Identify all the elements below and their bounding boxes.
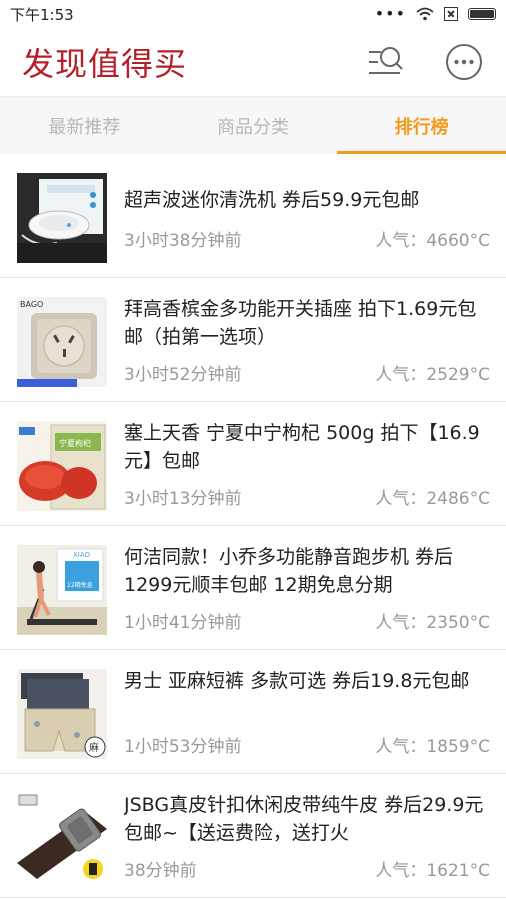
- list-item[interactable]: XIAO 12期免息 何洁同款！小乔多功能静音跑步机 券后1299元顺丰包邮 1…: [0, 526, 506, 650]
- more-options-icon: [446, 44, 482, 80]
- list-item[interactable]: 麻 男士 亚麻短裤 多款可选 券后19.8元包邮 1小时53分钟前 人气：185…: [0, 650, 506, 774]
- search-menu-button[interactable]: [366, 42, 406, 82]
- product-thumbnail: [17, 173, 107, 263]
- product-thumbnail: XIAO 12期免息: [17, 545, 107, 635]
- app-title: 发现值得买: [22, 45, 188, 83]
- item-time: 3小时38分钟前: [124, 231, 242, 251]
- list-item[interactable]: 宁夏枸杞 塞上天香 宁夏中宁枸杞 500g 拍下【16.9元】包邮 3小时13分…: [0, 402, 506, 526]
- item-time: 1小时41分钟前: [124, 613, 242, 633]
- thumb-badge-text: 麻: [89, 741, 99, 754]
- thumb-badge-text: 12期免息: [67, 581, 93, 589]
- status-bar: 下午1:53 •••: [0, 0, 506, 28]
- tab-bar: 最新推荐 商品分类 排行榜: [0, 96, 506, 154]
- battery-icon: [468, 8, 496, 20]
- product-thumbnail: 麻: [17, 669, 107, 759]
- item-popularity: 人气：2486°C: [375, 489, 490, 509]
- item-popularity: 人气：4660°C: [375, 231, 490, 251]
- app-header: 发现值得买: [0, 28, 506, 96]
- more-options-button[interactable]: [444, 42, 484, 82]
- product-thumbnail: [17, 793, 107, 883]
- item-time: 38分钟前: [124, 861, 197, 881]
- wifi-icon: [416, 7, 434, 21]
- tab-categories[interactable]: 商品分类: [169, 97, 338, 154]
- list-item[interactable]: 超声波迷你清洗机 券后59.9元包邮 3小时38分钟前 人气：4660°C: [0, 154, 506, 278]
- thumb-brand-text: XIAO: [73, 551, 91, 559]
- product-list: 超声波迷你清洗机 券后59.9元包邮 3小时38分钟前 人气：4660°C BA…: [0, 154, 506, 898]
- tab-ranking[interactable]: 排行榜: [337, 97, 506, 154]
- item-title: 超声波迷你清洗机 券后59.9元包邮: [124, 189, 420, 211]
- search-list-icon: [369, 47, 403, 74]
- tab-latest[interactable]: 最新推荐: [0, 97, 169, 154]
- item-popularity: 人气：2350°C: [375, 613, 490, 633]
- item-popularity: 人气：2529°C: [375, 365, 490, 385]
- item-popularity: 人气：1621°C: [375, 861, 490, 881]
- thumb-label-text: 宁夏枸杞: [59, 438, 91, 448]
- item-title: 塞上天香 宁夏中宁枸杞 500g 拍下【16.9元】包邮: [124, 422, 480, 472]
- list-item[interactable]: JSBG真皮针扣休闲皮带纯牛皮 券后29.9元包邮~【送运费险，送打火 38分钟…: [0, 774, 506, 898]
- item-time: 1小时53分钟前: [124, 737, 242, 757]
- thumb-brand-text: BAGO: [20, 300, 43, 309]
- item-popularity: 人气：1859°C: [375, 737, 490, 757]
- product-thumbnail: BAGO: [17, 297, 107, 387]
- more-notifications-icon: •••: [374, 4, 406, 23]
- status-icons: •••: [375, 6, 496, 22]
- item-title: 何洁同款！小乔多功能静音跑步机 券后1299元顺丰包邮 12期免息分期: [124, 546, 454, 596]
- list-item[interactable]: BAGO 拜高香槟金多功能开关插座 拍下1.69元包邮（拍第一选项） 3小时52…: [0, 278, 506, 402]
- item-title: 男士 亚麻短裤 多款可选 券后19.8元包邮: [124, 670, 470, 692]
- item-title: JSBG真皮针扣休闲皮带纯牛皮 券后29.9元包邮~【送运费险，送打火: [124, 794, 484, 844]
- no-sim-icon: [444, 7, 458, 21]
- item-time: 3小时52分钟前: [124, 365, 242, 385]
- product-thumbnail: 宁夏枸杞: [17, 421, 107, 511]
- status-time: 下午1:53: [10, 5, 74, 24]
- item-time: 3小时13分钟前: [124, 489, 242, 509]
- item-title: 拜高香槟金多功能开关插座 拍下1.69元包邮（拍第一选项）: [124, 298, 477, 348]
